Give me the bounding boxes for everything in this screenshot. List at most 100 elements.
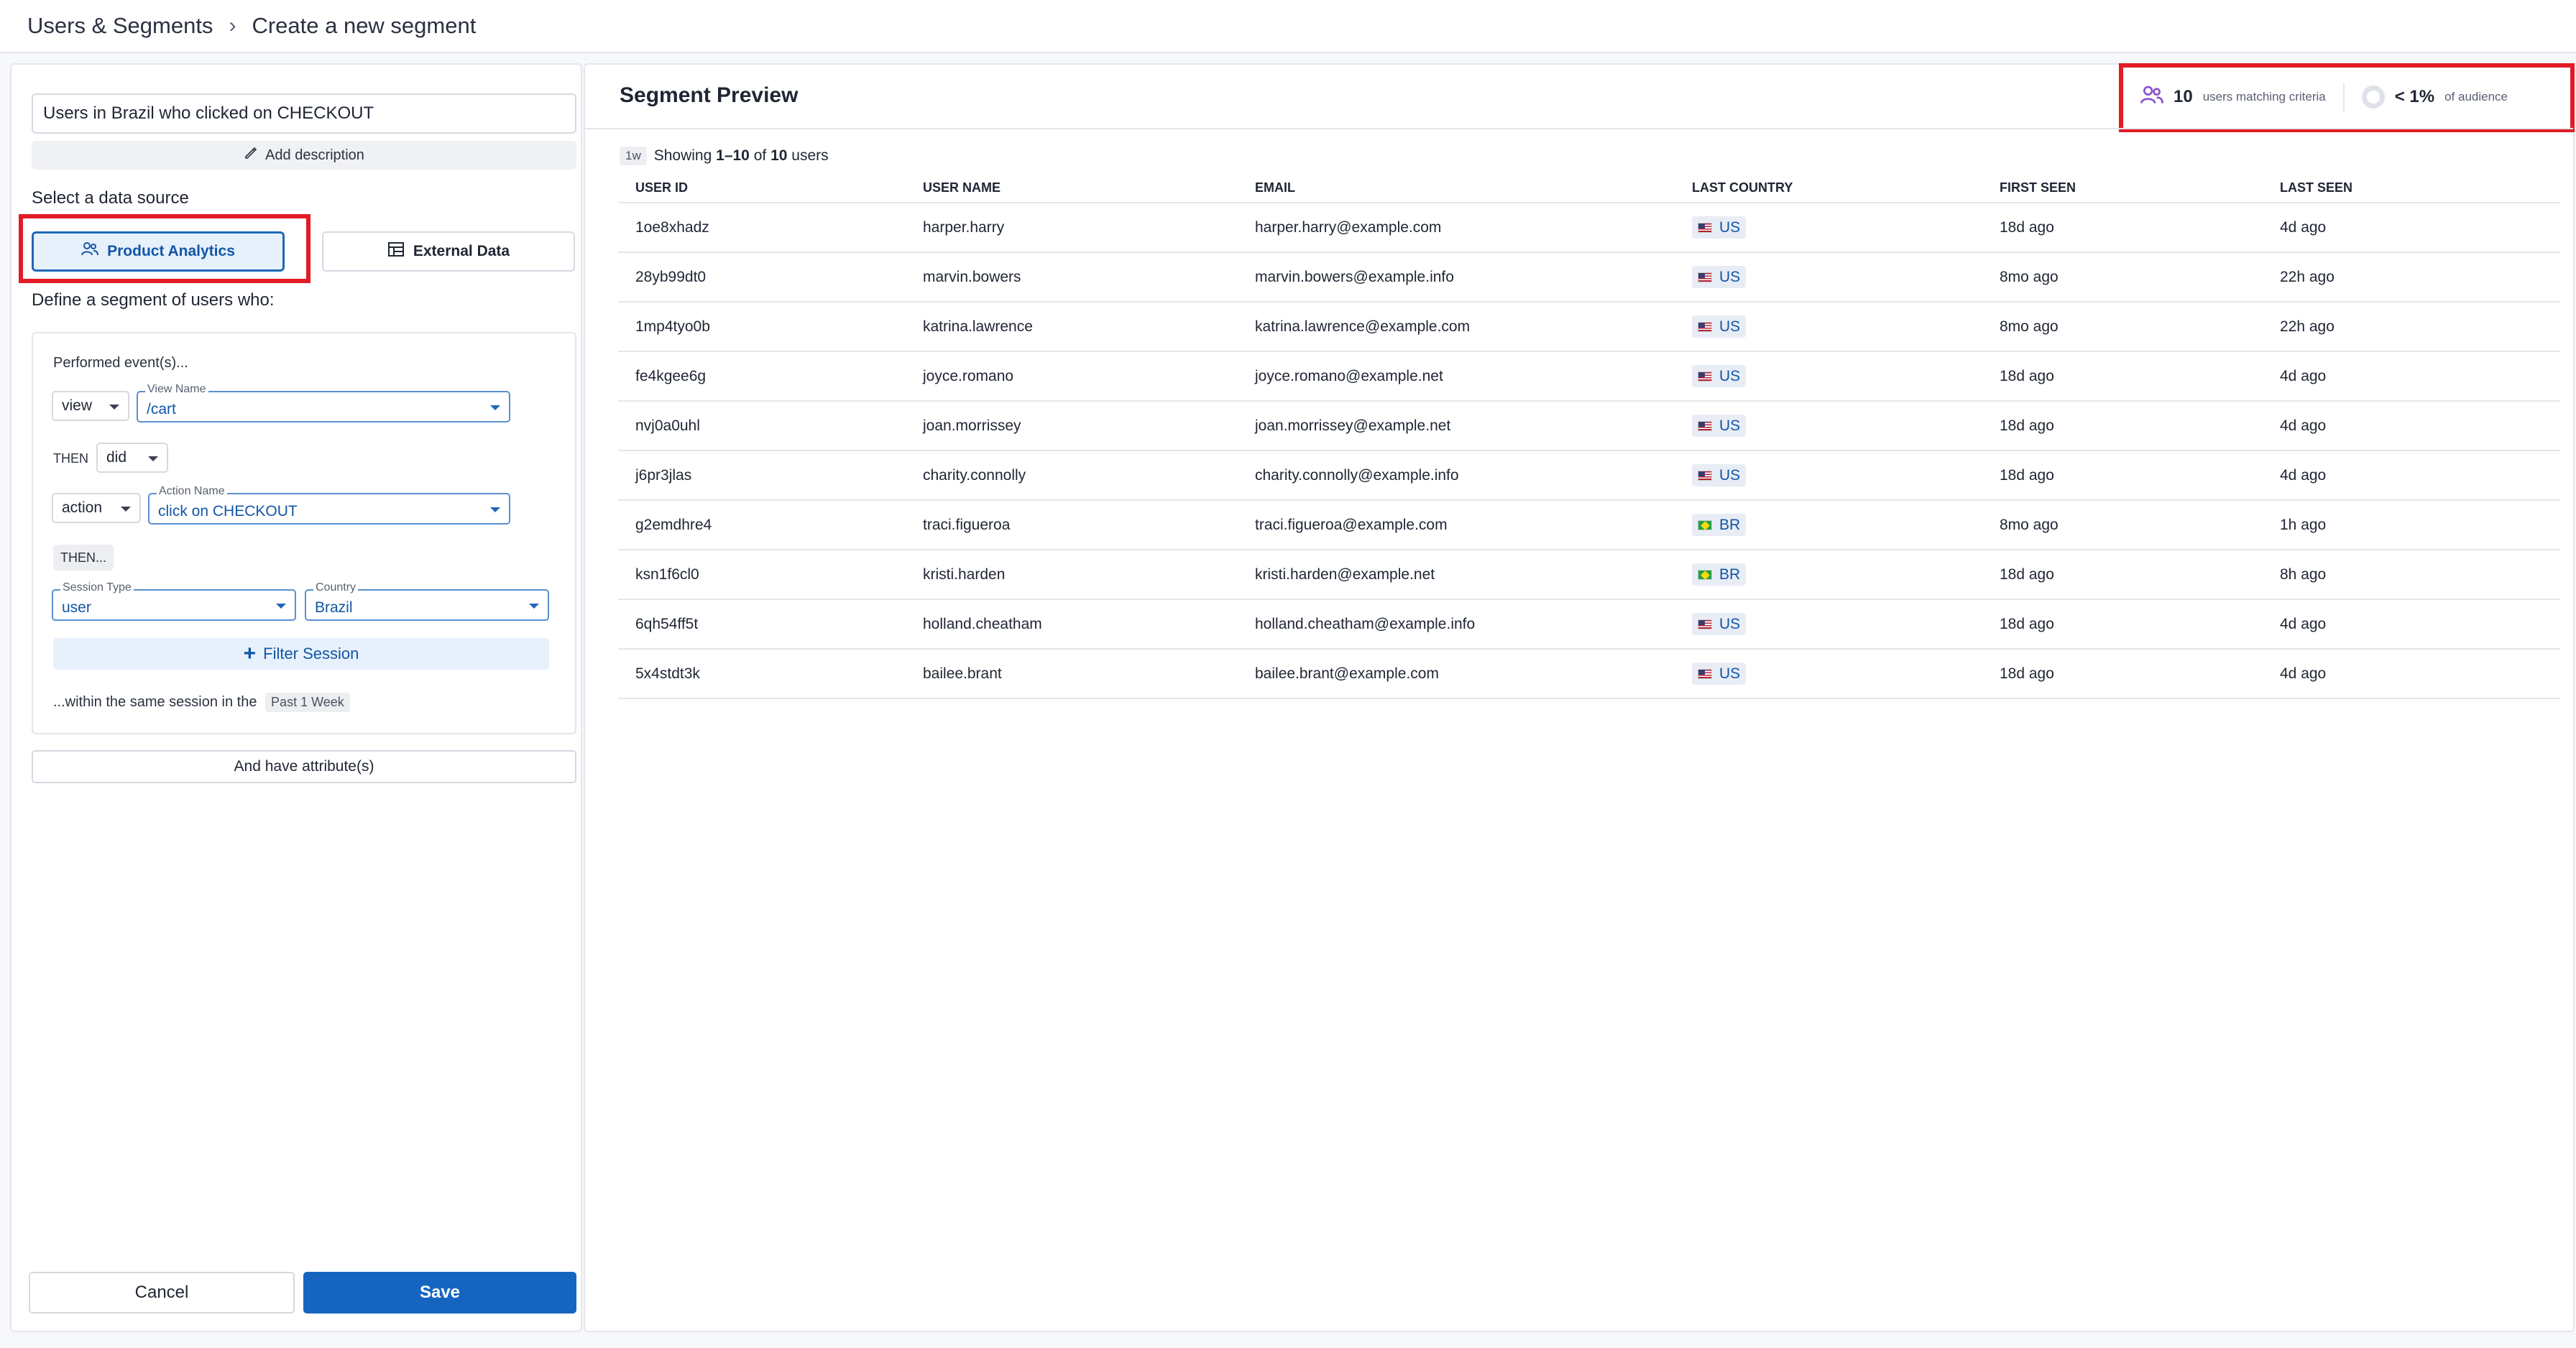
- add-attributes-button[interactable]: And have attribute(s): [32, 750, 576, 783]
- divider: [2342, 83, 2345, 111]
- email-cell: kristi.harden@example.net: [1238, 550, 1675, 600]
- matching-label: users matching criteria: [2202, 90, 2326, 103]
- table-row[interactable]: 1mp4tyo0b katrina.lawrence katrina.lawre…: [618, 302, 2560, 352]
- add-description-button[interactable]: Add description: [32, 141, 576, 170]
- view-name-select[interactable]: View Name /cart: [137, 383, 510, 423]
- user-name-cell: joyce.romano: [906, 351, 1238, 402]
- step2-type-select[interactable]: action: [52, 493, 141, 523]
- showing-of: of: [753, 147, 767, 164]
- country-badge: US: [1692, 612, 1747, 635]
- pencil-icon: [244, 146, 258, 165]
- country-code: US: [1719, 218, 1741, 236]
- breadcrumb-root[interactable]: Users & Segments: [27, 13, 213, 39]
- product-analytics-label: Product Analytics: [107, 243, 235, 259]
- define-segment-label: Define a segment of users who:: [32, 290, 275, 310]
- us-flag-icon: [1698, 272, 1712, 282]
- email-cell: bailee.brant@example.com: [1238, 649, 1675, 699]
- step1-type-value: view: [62, 397, 93, 414]
- column-header-user-id[interactable]: USER ID: [618, 174, 906, 203]
- view-name-value: /cart: [147, 401, 176, 417]
- cancel-button[interactable]: Cancel: [29, 1272, 295, 1314]
- column-header-first-seen[interactable]: FIRST SEEN: [1982, 174, 2263, 203]
- user-name-cell: bailee.brant: [906, 649, 1238, 699]
- country-cell: BR: [1675, 500, 1982, 550]
- user-id-cell: g2emdhre4: [618, 500, 906, 550]
- table-row[interactable]: nvj0a0uhl joan.morrissey joan.morrissey@…: [618, 401, 2560, 451]
- first-seen-cell: 18d ago: [1982, 599, 2263, 650]
- segment-name-input[interactable]: [32, 93, 576, 134]
- table-row[interactable]: j6pr3jlas charity.connolly charity.conno…: [618, 451, 2560, 501]
- table-row[interactable]: 5x4stdt3k bailee.brant bailee.brant@exam…: [618, 649, 2560, 699]
- external-data-label: External Data: [413, 243, 510, 259]
- email-cell: marvin.bowers@example.info: [1238, 252, 1675, 303]
- column-header-last-country[interactable]: LAST COUNTRY: [1675, 174, 1982, 203]
- country-cell: US: [1675, 649, 1982, 699]
- last-seen-cell: 4d ago: [2263, 451, 2560, 501]
- table-row[interactable]: 6qh54ff5t holland.cheatham holland.cheat…: [618, 599, 2560, 650]
- email-cell: joyce.romano@example.net: [1238, 351, 1675, 402]
- users-icon: [81, 241, 99, 262]
- audience-label: of audience: [2444, 90, 2508, 103]
- showing-total: 10: [770, 147, 788, 164]
- user-name-cell: harper.harry: [906, 203, 1238, 253]
- first-seen-cell: 18d ago: [1982, 351, 2263, 402]
- email-cell: traci.figueroa@example.com: [1238, 500, 1675, 550]
- step1-type-select[interactable]: view: [52, 391, 129, 421]
- user-name-cell: joan.morrissey: [906, 401, 1238, 451]
- table-row[interactable]: 1oe8xhadz harper.harry harper.harry@exam…: [618, 203, 2560, 253]
- table-row[interactable]: fe4kgee6g joyce.romano joyce.romano@exam…: [618, 351, 2560, 402]
- first-seen-cell: 8mo ago: [1982, 302, 2263, 352]
- column-header-user-name[interactable]: USER NAME: [906, 174, 1238, 203]
- product-analytics-button[interactable]: Product Analytics: [32, 231, 285, 272]
- users-table: USER ID USER NAME EMAIL LAST COUNTRY FIR…: [618, 174, 2560, 699]
- save-button[interactable]: Save: [303, 1272, 576, 1314]
- action-name-select[interactable]: Action Name click on CHECKOUT: [148, 485, 510, 525]
- country-value: Brazil: [315, 599, 353, 616]
- br-flag-icon: [1698, 569, 1712, 580]
- chevron-down-icon: [109, 405, 119, 410]
- first-seen-cell: 8mo ago: [1982, 500, 2263, 550]
- table-row[interactable]: ksn1f6cl0 kristi.harden kristi.harden@ex…: [618, 550, 2560, 600]
- filter-session-label: Filter Session: [263, 645, 359, 663]
- email-cell: joan.morrissey@example.net: [1238, 401, 1675, 451]
- column-header-email[interactable]: EMAIL: [1238, 174, 1675, 203]
- br-flag-icon: [1698, 520, 1712, 530]
- session-type-select[interactable]: Session Type user: [52, 581, 296, 621]
- time-range-chip[interactable]: Past 1 Week: [265, 693, 350, 712]
- email-cell: holland.cheatham@example.info: [1238, 599, 1675, 650]
- first-seen-cell: 18d ago: [1982, 649, 2263, 699]
- country-code: US: [1719, 417, 1741, 434]
- showing-range: 1–10: [716, 147, 750, 164]
- country-cell: US: [1675, 302, 1982, 352]
- country-code: US: [1719, 318, 1741, 335]
- table-row[interactable]: 28yb99dt0 marvin.bowers marvin.bowers@ex…: [618, 252, 2560, 303]
- country-code: BR: [1719, 565, 1741, 583]
- showing-prefix: Showing: [653, 147, 712, 164]
- users-icon: [2140, 85, 2163, 110]
- then-operator-select[interactable]: did: [96, 443, 168, 473]
- country-badge: US: [1692, 216, 1747, 239]
- preview-title: Segment Preview: [620, 83, 799, 107]
- column-header-last-seen[interactable]: LAST SEEN: [2263, 174, 2560, 203]
- matching-count: 10: [2174, 87, 2193, 106]
- table-row[interactable]: g2emdhre4 traci.figueroa traci.figueroa@…: [618, 500, 2560, 550]
- chevron-down-icon: [121, 507, 131, 512]
- user-id-cell: 6qh54ff5t: [618, 599, 906, 650]
- within-session-text: ...within the same session in the Past 1…: [53, 693, 350, 712]
- chevron-right-icon: ›: [229, 14, 236, 37]
- then-chip[interactable]: THEN...: [53, 545, 114, 571]
- country-code: US: [1719, 466, 1741, 484]
- country-badge: US: [1692, 414, 1747, 437]
- country-cell: US: [1675, 401, 1982, 451]
- user-name-cell: holland.cheatham: [906, 599, 1238, 650]
- then-label: THEN: [53, 451, 88, 466]
- country-badge: US: [1692, 662, 1747, 685]
- filter-session-button[interactable]: + Filter Session: [53, 638, 549, 670]
- country-select[interactable]: Country Brazil: [305, 581, 549, 621]
- email-cell: harper.harry@example.com: [1238, 203, 1675, 253]
- divider: [585, 128, 2573, 129]
- first-seen-cell: 18d ago: [1982, 401, 2263, 451]
- view-name-label: View Name: [145, 383, 208, 396]
- country-code: US: [1719, 665, 1741, 682]
- external-data-button[interactable]: External Data: [322, 231, 575, 272]
